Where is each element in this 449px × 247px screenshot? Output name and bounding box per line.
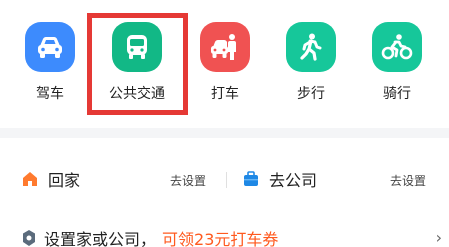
- mode-transit-label: 公共交通: [109, 86, 165, 102]
- mode-taxi[interactable]: 打车: [190, 22, 260, 108]
- company-set-button[interactable]: 去设置: [390, 172, 426, 189]
- mode-taxi-label: 打车: [211, 86, 239, 102]
- company-label: 去公司: [269, 171, 318, 190]
- walk-icon: [286, 22, 336, 72]
- promo-highlight: 可领23元打车券: [162, 230, 279, 247]
- chevron-right-icon: ›: [435, 228, 442, 247]
- set-address-promo[interactable]: 设置家或公司， 可领23元打车券 ›: [22, 226, 442, 247]
- car-icon: [25, 22, 75, 72]
- location-pin-icon: [22, 230, 36, 246]
- bike-icon: [372, 22, 422, 72]
- transport-mode-bar: 驾车 公共交通 打车 步行 骑行: [0, 0, 449, 128]
- taxi-icon: [200, 22, 250, 72]
- mode-bike-label: 骑行: [383, 86, 411, 102]
- briefcase-icon: [243, 171, 259, 187]
- mode-walk-label: 步行: [297, 86, 325, 102]
- mode-transit[interactable]: 公共交通: [102, 22, 172, 108]
- route-planner: 驾车 公共交通 打车 步行 骑行 回家 去设置 去公司 去设置 设置家或公司， …: [0, 0, 449, 247]
- mode-drive-label: 驾车: [36, 86, 64, 102]
- mode-walk[interactable]: 步行: [276, 22, 346, 108]
- mode-drive[interactable]: 驾车: [15, 22, 85, 108]
- home-set-button[interactable]: 去设置: [170, 172, 206, 189]
- mode-bike[interactable]: 骑行: [362, 22, 432, 108]
- bus-icon: [112, 22, 162, 72]
- divider: [226, 172, 227, 188]
- home-icon: [22, 171, 38, 187]
- home-entry[interactable]: 回家: [22, 166, 80, 192]
- company-entry[interactable]: 去公司: [243, 166, 317, 192]
- promo-text: 设置家或公司，: [44, 230, 157, 247]
- home-label: 回家: [48, 171, 81, 190]
